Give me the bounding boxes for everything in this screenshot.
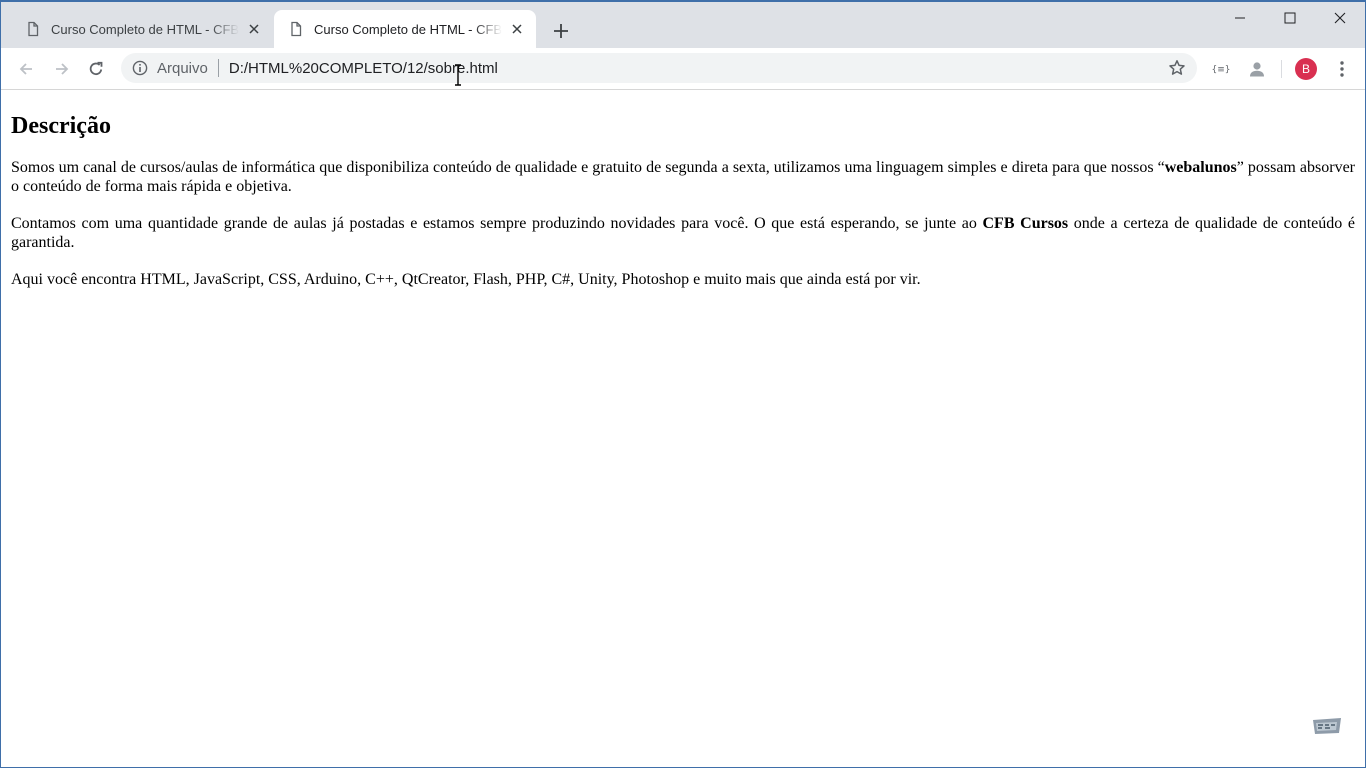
tab-active[interactable]: Curso Completo de HTML - CFB Cursos bbox=[274, 10, 536, 48]
back-arrow-icon[interactable] bbox=[13, 56, 39, 82]
tab-inactive[interactable]: Curso Completo de HTML - CFB Cursos bbox=[11, 10, 273, 48]
divider bbox=[1281, 60, 1282, 78]
menu-kebab-icon[interactable] bbox=[1329, 56, 1355, 82]
extension-icon[interactable]: {≡} bbox=[1208, 56, 1234, 82]
plus-icon[interactable] bbox=[549, 19, 573, 43]
tab-title: Curso Completo de HTML - CFB Cursos bbox=[51, 21, 239, 37]
divider bbox=[217, 59, 219, 77]
tab-title: Curso Completo de HTML - CFB Cursos bbox=[314, 21, 502, 37]
security-label: Arquivo bbox=[157, 59, 208, 77]
forward-arrow-icon[interactable] bbox=[49, 56, 75, 82]
paragraph-topics: Aqui você encontra HTML, JavaScript, CSS… bbox=[11, 271, 921, 288]
page-content: Descrição Somos um canal de cursos/aulas… bbox=[1, 90, 1365, 767]
svg-text:{≡}: {≡} bbox=[1212, 65, 1231, 75]
close-icon[interactable] bbox=[1315, 2, 1365, 34]
address-bar[interactable]: Arquivo D:/HTML%20COMPLETO/12/sobre.html bbox=[121, 53, 1197, 83]
info-icon[interactable] bbox=[131, 59, 149, 77]
bold-text: CFB Cursos bbox=[982, 215, 1069, 232]
paragraph-text: Contamos com uma quantidade grande de au… bbox=[11, 215, 983, 232]
paragraph-text: Somos um canal de cursos/aulas de inform… bbox=[11, 159, 1165, 176]
page-heading: Descrição bbox=[11, 113, 111, 139]
browser-window: Curso Completo de HTML - CFB Cursos Curs… bbox=[0, 0, 1366, 768]
paragraph-lessons: Contamos com uma quantidade grande de au… bbox=[11, 214, 1355, 252]
profile-icon[interactable] bbox=[1244, 56, 1270, 82]
tab-strip: Curso Completo de HTML - CFB Cursos Curs… bbox=[1, 2, 1365, 48]
paragraph-description: Somos um canal de cursos/aulas de inform… bbox=[11, 158, 1355, 196]
avatar[interactable]: B bbox=[1295, 58, 1317, 80]
star-icon[interactable] bbox=[1167, 58, 1187, 78]
tab-close-icon[interactable] bbox=[508, 20, 526, 38]
reload-icon[interactable] bbox=[83, 56, 109, 82]
page-icon bbox=[291, 21, 302, 37]
minimize-icon[interactable] bbox=[1215, 2, 1265, 34]
window-controls bbox=[1215, 2, 1365, 34]
watermark-logo-icon bbox=[1313, 718, 1341, 734]
text-cursor-icon bbox=[455, 64, 461, 86]
page-icon bbox=[28, 21, 39, 37]
maximize-icon[interactable] bbox=[1265, 2, 1315, 34]
bold-text: webalunos bbox=[1164, 159, 1237, 176]
tab-close-icon[interactable] bbox=[245, 20, 263, 38]
toolbar: Arquivo D:/HTML%20COMPLETO/12/sobre.html… bbox=[1, 48, 1365, 90]
